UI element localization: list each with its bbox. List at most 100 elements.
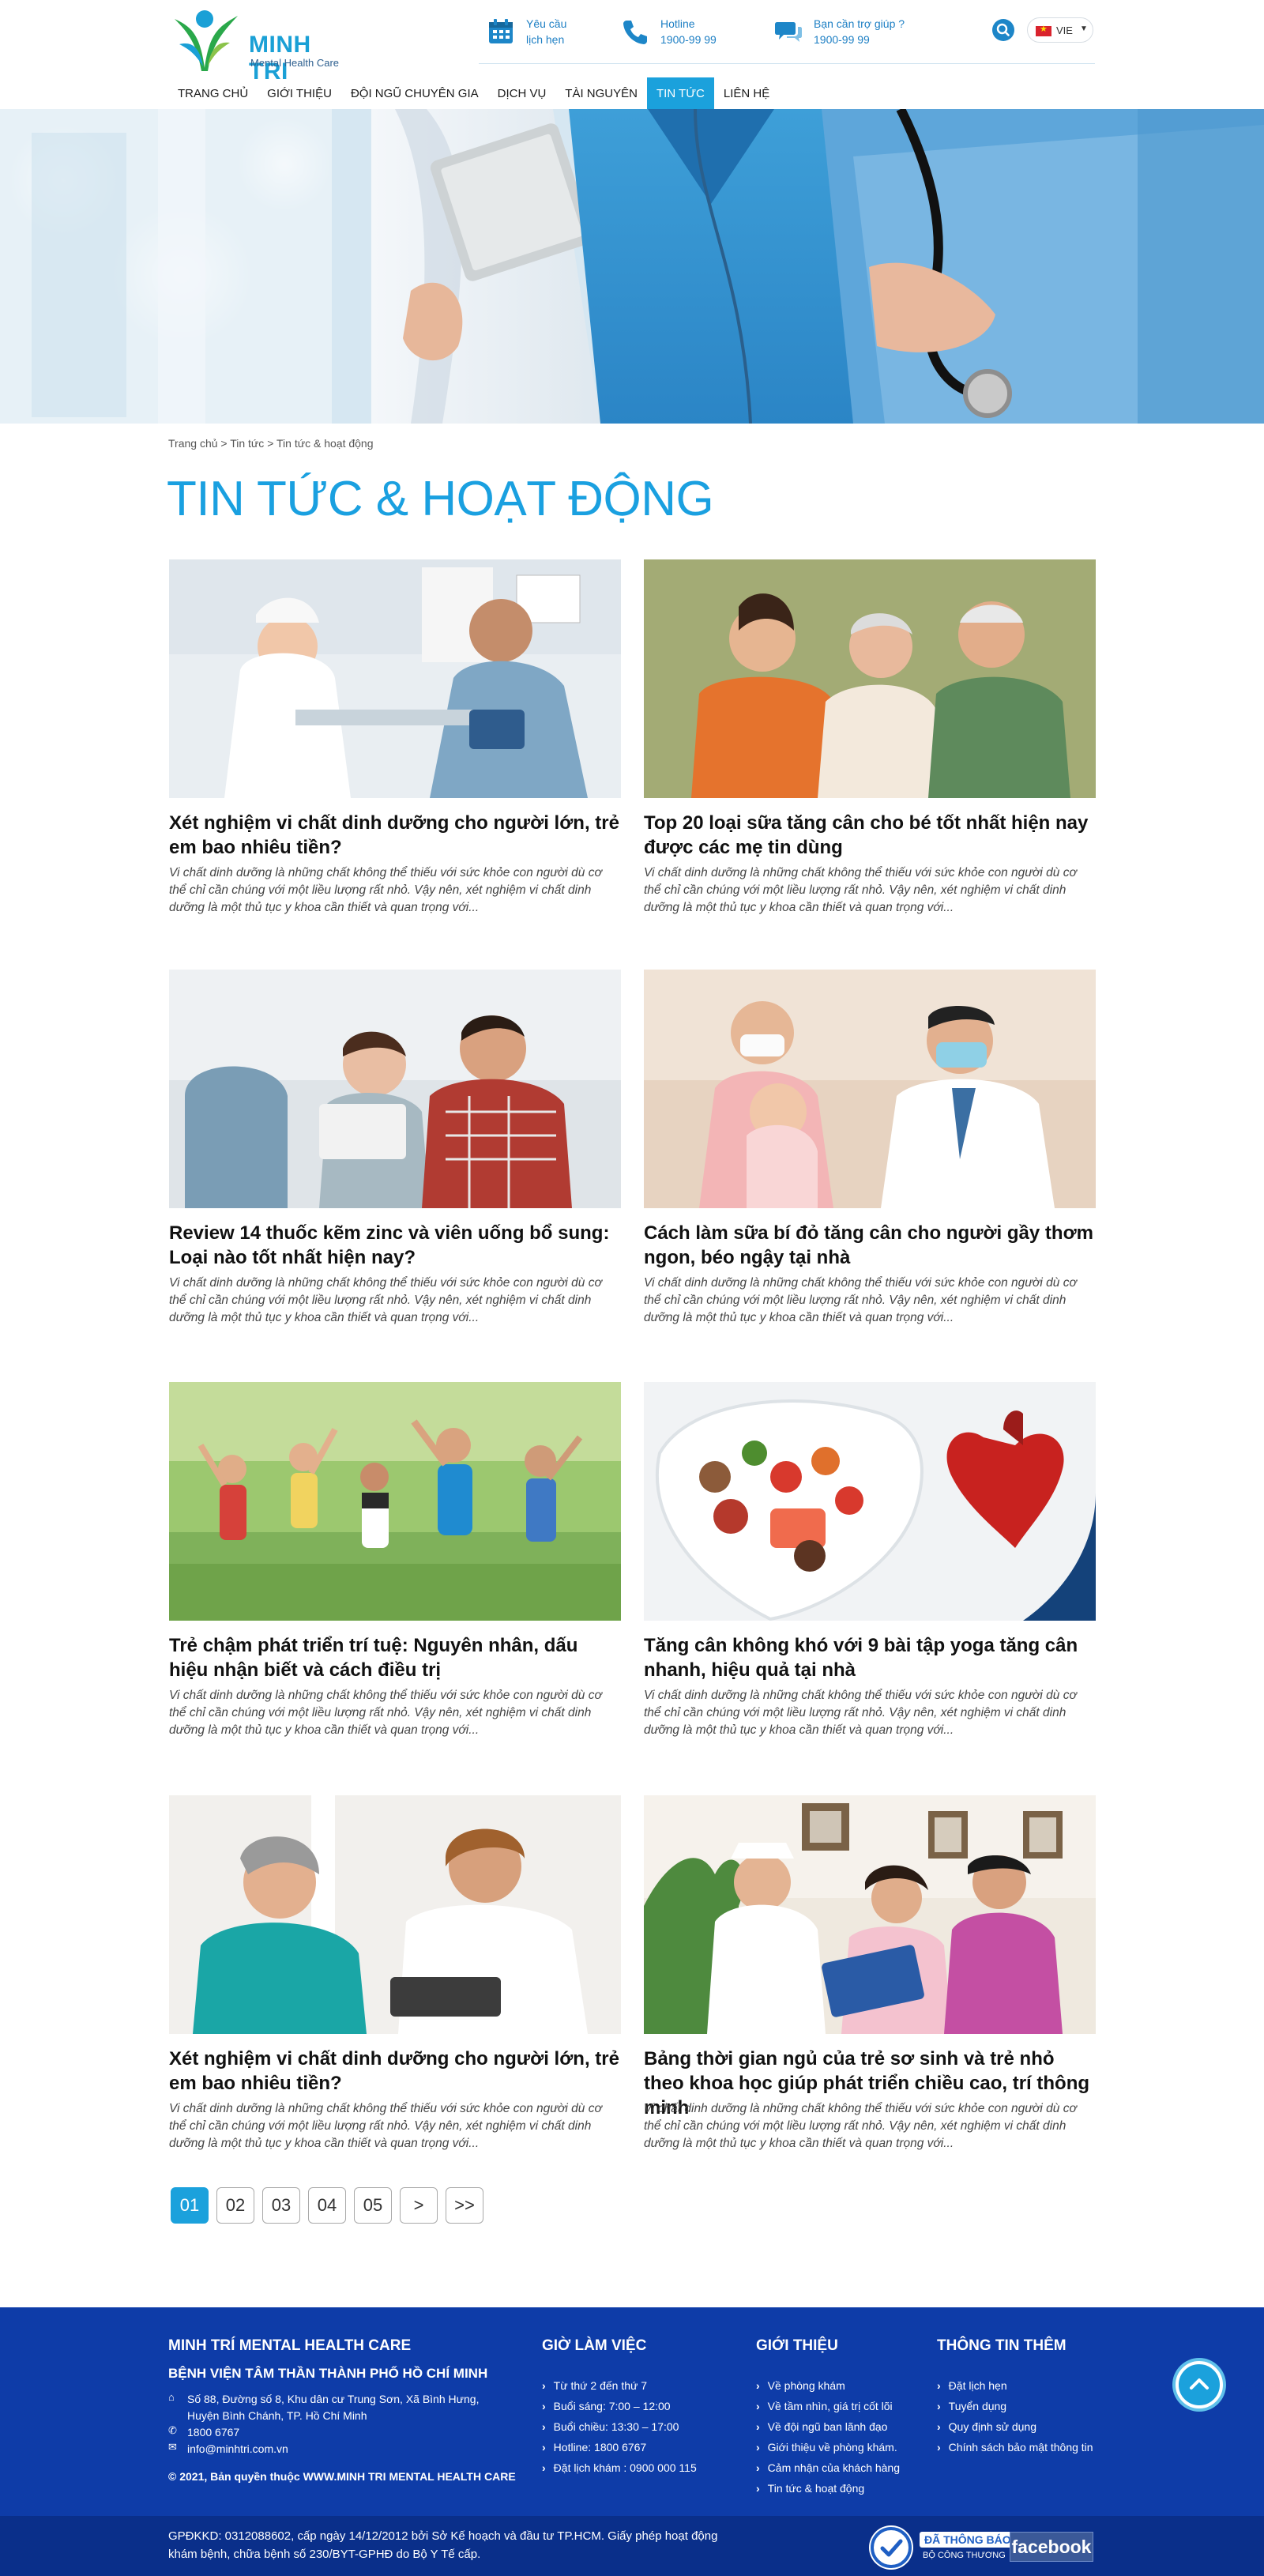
support-number: 1900-99 99 bbox=[814, 33, 870, 46]
footer-address-line1: Số 88, Đường số 8, Khu dân cư Trung Sơn,… bbox=[187, 2393, 480, 2405]
search-button[interactable] bbox=[992, 19, 1014, 41]
main-nav: TRANG CHỦ GIỚI THIỆU ĐỘI NGŨ CHUYÊN GIA DỊC… bbox=[168, 77, 779, 109]
support-link[interactable]: Bạn cần trợ giúp ? 1900-99 99 bbox=[774, 16, 916, 55]
article-card[interactable]: Xét nghiệm vi chất dinh dưỡng cho người … bbox=[169, 1795, 621, 2159]
nav-item[interactable]: LIÊN HỆ bbox=[714, 77, 779, 109]
vietnam-flag-icon bbox=[1036, 24, 1051, 36]
footer-more-link[interactable]: Đặt lịch hẹn bbox=[937, 2375, 1093, 2396]
language-selector[interactable]: VIE ▼ bbox=[1027, 17, 1093, 43]
footer-more-links: Đặt lịch hẹnTuyển dụngQuy định sử dụngCh… bbox=[937, 2375, 1093, 2457]
article-card[interactable]: Bảng thời gian ngủ của trẻ sơ sinh và tr… bbox=[644, 1795, 1096, 2159]
footer-email[interactable]: info@minhtri.com.vn bbox=[187, 2441, 288, 2457]
article-thumbnail[interactable] bbox=[644, 1795, 1096, 2034]
email-icon: ✉ bbox=[168, 2441, 177, 2453]
footer-intro-link[interactable]: Về phòng khám bbox=[756, 2375, 900, 2396]
map-pin-icon: ⌂ bbox=[168, 2391, 175, 2403]
article-excerpt: Vi chất dinh dưỡng là những chất không t… bbox=[644, 1689, 1077, 1737]
appointment-line1: Yêu cầu bbox=[526, 17, 567, 30]
footer-address-line2: Huyện Bình Chánh, TP. Hồ Chí Minh bbox=[187, 2409, 367, 2422]
article-thumbnail[interactable] bbox=[644, 970, 1096, 1208]
site-footer: MINH TRÍ MENTAL HEALTH CARE BỆNH VIỆN TÂ… bbox=[0, 2307, 1264, 2516]
article-title[interactable]: Xét nghiệm vi chất dinh dưỡng cho người … bbox=[169, 2047, 621, 2096]
facebook-link[interactable]: facebook bbox=[1010, 2532, 1093, 2562]
ministry-registered-badge[interactable]: ĐÃ THÔNG BÁO BỘ CÔNG THƯƠNG bbox=[869, 2525, 1016, 2570]
nav-item[interactable]: TÀI NGUYÊN bbox=[555, 77, 647, 109]
footer-intro-title: GIỚI THIỆU bbox=[756, 2337, 838, 2354]
badge-line1: ĐÃ THÔNG BÁO bbox=[920, 2532, 1016, 2548]
footer-intro-link[interactable]: Giới thiệu về phòng khám. bbox=[756, 2437, 900, 2457]
breadcrumb-separator: > bbox=[264, 437, 277, 450]
article-card[interactable]: Cách làm sữa bí đỏ tăng cân cho người gầ… bbox=[644, 970, 1096, 1333]
article-card[interactable]: Xét nghiệm vi chất dinh dưỡng cho người … bbox=[169, 559, 621, 923]
page-title: TIN TỨC & HOẠT ĐỘNG bbox=[167, 472, 714, 526]
hero-banner bbox=[0, 109, 1264, 424]
article-thumbnail[interactable] bbox=[169, 1795, 621, 2034]
scroll-to-top-button[interactable] bbox=[1176, 2361, 1223, 2408]
appointment-request-link[interactable]: Yêu cầu lịch hẹn bbox=[487, 16, 597, 55]
pagination: 01 02 03 04 05 > >> bbox=[171, 2187, 483, 2224]
article-title[interactable]: Review 14 thuốc kẽm zinc và viên uống bổ… bbox=[169, 1221, 621, 1270]
article-card[interactable]: Trẻ chậm phát triển trí tuệ: Nguyên nhân… bbox=[169, 1382, 621, 1746]
breadcrumb-current: Tin tức & hoạt động bbox=[276, 437, 374, 450]
page-button[interactable]: 01 bbox=[171, 2187, 209, 2224]
footer-intro-link[interactable]: Về tầm nhìn, giá trị cốt lõi bbox=[756, 2396, 900, 2416]
hotline-label: Hotline bbox=[660, 17, 695, 30]
phone-icon bbox=[623, 21, 647, 44]
page-button[interactable]: 04 bbox=[308, 2187, 346, 2224]
chat-support-icon bbox=[775, 22, 802, 42]
footer-more-link[interactable]: Quy định sử dụng bbox=[937, 2416, 1093, 2437]
breadcrumb: Trang chủ > Tin tức > Tin tức & hoạt độn… bbox=[168, 437, 374, 450]
footer-more-link[interactable]: Chính sách bảo mật thông tin bbox=[937, 2437, 1093, 2457]
breadcrumb-news[interactable]: Tin tức bbox=[230, 437, 264, 450]
page-button[interactable]: 05 bbox=[354, 2187, 392, 2224]
next-page-button[interactable]: > bbox=[400, 2187, 438, 2224]
last-page-button[interactable]: >> bbox=[446, 2187, 483, 2224]
footer-hours-column: GIỜ LÀM VIỆC Từ thứ 2 đến thứ 7Buổi sáng… bbox=[542, 2337, 697, 2478]
footer-intro-link[interactable]: Cảm nhận của khách hàng bbox=[756, 2457, 900, 2478]
nav-item[interactable]: DỊCH VỤ bbox=[488, 77, 556, 109]
nav-item[interactable]: GIỚI THIỆU bbox=[258, 77, 341, 109]
article-card[interactable]: Review 14 thuốc kẽm zinc và viên uống bổ… bbox=[169, 970, 621, 1333]
page-button[interactable]: 03 bbox=[262, 2187, 300, 2224]
footer-hours-item: Đặt lịch khám : 0900 000 115 bbox=[542, 2457, 697, 2478]
article-thumbnail[interactable] bbox=[169, 970, 621, 1208]
article-title[interactable]: Xét nghiệm vi chất dinh dưỡng cho người … bbox=[169, 811, 621, 860]
page-button[interactable]: 02 bbox=[216, 2187, 254, 2224]
language-label: VIE bbox=[1056, 24, 1073, 36]
badge-line2: BỘ CÔNG THƯƠNG bbox=[923, 2551, 1006, 2560]
article-thumbnail[interactable] bbox=[169, 559, 621, 798]
article-title[interactable]: Tăng cân không khó với 9 bài tập yoga tă… bbox=[644, 1633, 1096, 1682]
footer-intro-link[interactable]: Tin tức & hoạt động bbox=[756, 2478, 900, 2499]
site-logo[interactable]: MINH TRI Mental Health Care bbox=[168, 3, 350, 85]
article-title[interactable]: Top 20 loại sữa tăng cân cho bé tốt nhất… bbox=[644, 811, 1096, 860]
breadcrumb-home[interactable]: Trang chủ bbox=[168, 437, 218, 450]
article-thumbnail[interactable] bbox=[169, 1382, 621, 1621]
footer-more-column: THÔNG TIN THÊM Đặt lịch hẹnTuyển dụngQuy… bbox=[937, 2337, 1093, 2457]
footer-contact-column: MINH TRÍ MENTAL HEALTH CARE BỆNH VIỆN TÂ… bbox=[168, 2337, 516, 2483]
article-title[interactable]: Cách làm sữa bí đỏ tăng cân cho người gầ… bbox=[644, 1221, 1096, 1270]
article-card[interactable]: Top 20 loại sữa tăng cân cho bé tốt nhất… bbox=[644, 559, 1096, 923]
footer-org-subtitle: BỆNH VIỆN TÂM THẦN THÀNH PHỐ HỒ CHÍ MINH bbox=[168, 2366, 488, 2381]
footer-more-link[interactable]: Tuyển dụng bbox=[937, 2396, 1093, 2416]
nav-item[interactable]: TRANG CHỦ bbox=[168, 77, 258, 109]
article-excerpt: Vi chất dinh dưỡng là những chất không t… bbox=[644, 1276, 1077, 1324]
article-thumbnail[interactable] bbox=[644, 1382, 1096, 1621]
article-title[interactable]: Trẻ chậm phát triển trí tuệ: Nguyên nhân… bbox=[169, 1633, 621, 1682]
nav-item[interactable]: ĐỘI NGŨ CHUYÊN GIA bbox=[341, 77, 488, 109]
article-excerpt: Vi chất dinh dưỡng là những chất không t… bbox=[644, 866, 1077, 914]
article-thumbnail[interactable] bbox=[644, 559, 1096, 798]
nav-item[interactable]: TIN TỨC bbox=[646, 77, 714, 109]
hotline-link[interactable]: Hotline 1900-99 99 bbox=[621, 16, 739, 55]
footer-hours-item: Buổi chiều: 13:30 – 17:00 bbox=[542, 2416, 697, 2437]
site-header: MINH TRI Mental Health Care Yêu cầu lịch… bbox=[0, 0, 1264, 109]
footer-copyright: © 2021, Bản quyền thuộc WWW.MINH TRI MEN… bbox=[168, 2470, 516, 2483]
checkmark-seal-icon bbox=[869, 2525, 913, 2570]
appointment-line2: lịch hẹn bbox=[526, 33, 565, 46]
footer-intro-link[interactable]: Về đội ngũ ban lãnh đạo bbox=[756, 2416, 900, 2437]
footer-phone[interactable]: 1800 6767 bbox=[187, 2424, 239, 2441]
article-card[interactable]: Tăng cân không khó với 9 bài tập yoga tă… bbox=[644, 1382, 1096, 1746]
logo-tagline: Mental Health Care bbox=[250, 57, 339, 69]
logo-mark-icon bbox=[175, 10, 238, 71]
article-excerpt: Vi chất dinh dưỡng là những chất không t… bbox=[169, 1276, 602, 1324]
footer-intro-links: Về phòng khámVề tầm nhìn, giá trị cốt lõ… bbox=[756, 2375, 900, 2499]
